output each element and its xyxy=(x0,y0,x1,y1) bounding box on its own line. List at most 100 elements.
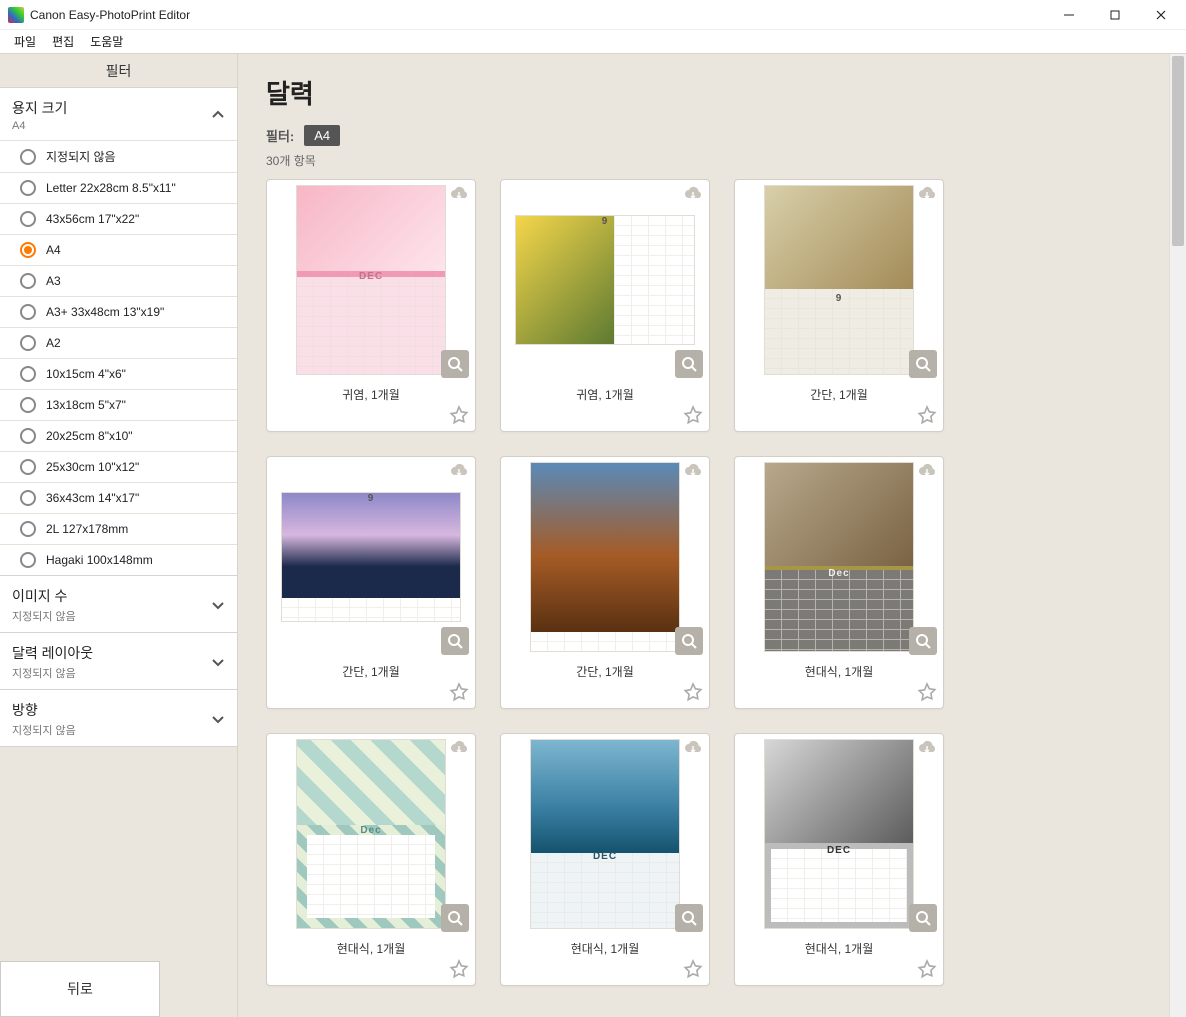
paper-size-option-label: 36x43cm 14"x17" xyxy=(46,491,139,505)
back-button[interactable]: 뒤로 xyxy=(0,961,160,1017)
scrollbar-thumb[interactable] xyxy=(1172,56,1184,246)
download-icon[interactable] xyxy=(917,740,937,756)
favorite-button[interactable] xyxy=(683,682,703,702)
paper-size-option-label: 43x56cm 17"x22" xyxy=(46,212,139,226)
paper-size-option[interactable]: 10x15cm 4"x6" xyxy=(0,359,237,390)
template-card[interactable]: 간단, 1개월 xyxy=(500,456,710,709)
template-month-label: DEC xyxy=(531,851,679,862)
paper-size-option[interactable]: A3 xyxy=(0,266,237,297)
paper-size-option-label: 25x30cm 10"x12" xyxy=(46,460,139,474)
filter-calendar-layout-label: 달력 레이아웃 xyxy=(12,643,211,663)
filter-image-count-header[interactable]: 이미지 수 지정되지 않음 xyxy=(0,576,237,632)
paper-size-option[interactable]: 43x56cm 17"x22" xyxy=(0,204,237,235)
template-title: 간단, 1개월 xyxy=(501,657,709,682)
template-title: 현대식, 1개월 xyxy=(267,934,475,959)
paper-size-option[interactable]: 지정되지 않음 xyxy=(0,141,237,173)
zoom-button[interactable] xyxy=(909,627,937,655)
paper-size-option[interactable]: A3+ 33x48cm 13"x19" xyxy=(0,297,237,328)
radio-icon xyxy=(20,459,36,475)
filter-calendar-layout-header[interactable]: 달력 레이아웃 지정되지 않음 xyxy=(0,633,237,689)
zoom-button[interactable] xyxy=(909,350,937,378)
favorite-button[interactable] xyxy=(917,959,937,979)
radio-icon xyxy=(20,552,36,568)
template-calendar-placeholder xyxy=(297,271,445,374)
paper-size-option-label: 지정되지 않음 xyxy=(46,148,116,165)
zoom-button[interactable] xyxy=(441,350,469,378)
download-icon[interactable] xyxy=(683,186,703,202)
zoom-button[interactable] xyxy=(675,627,703,655)
template-month-label: DEC xyxy=(765,845,913,856)
zoom-button[interactable] xyxy=(675,350,703,378)
download-icon[interactable] xyxy=(449,740,469,756)
template-calendar-placeholder xyxy=(282,598,460,621)
favorite-button[interactable] xyxy=(683,959,703,979)
template-title: 귀염, 1개월 xyxy=(267,380,475,405)
zoom-button[interactable] xyxy=(441,904,469,932)
menu-file[interactable]: 파일 xyxy=(8,33,42,50)
filter-image-count-value: 지정되지 않음 xyxy=(12,608,211,624)
download-icon[interactable] xyxy=(917,463,937,479)
paper-size-option[interactable]: A2 xyxy=(0,328,237,359)
paper-size-option[interactable]: 13x18cm 5"x7" xyxy=(0,390,237,421)
template-thumbnail: 9 xyxy=(735,180,943,380)
zoom-button[interactable] xyxy=(909,904,937,932)
paper-size-option[interactable]: 2L 127x178mm xyxy=(0,514,237,545)
filter-paper-size-header[interactable]: 용지 크기 A4 xyxy=(0,88,237,140)
menu-edit[interactable]: 편집 xyxy=(46,33,80,50)
template-card[interactable]: 9 간단, 1개월 xyxy=(266,456,476,709)
zoom-button[interactable] xyxy=(675,904,703,932)
template-photo-placeholder xyxy=(282,493,460,598)
radio-icon xyxy=(20,335,36,351)
template-thumbnail: DEC xyxy=(735,734,943,934)
window-close-button[interactable] xyxy=(1138,0,1184,30)
favorite-button[interactable] xyxy=(449,405,469,425)
filter-image-count-label: 이미지 수 xyxy=(12,586,211,606)
favorite-button[interactable] xyxy=(449,682,469,702)
filter-orientation-header[interactable]: 방향 지정되지 않음 xyxy=(0,690,237,746)
download-icon[interactable] xyxy=(449,186,469,202)
radio-icon xyxy=(20,149,36,165)
paper-size-option[interactable]: Letter 22x28cm 8.5"x11" xyxy=(0,173,237,204)
template-card[interactable]: Dec 현대식, 1개월 xyxy=(734,456,944,709)
template-card[interactable]: 9 귀염, 1개월 xyxy=(500,179,710,432)
template-card[interactable]: 9 간단, 1개월 xyxy=(734,179,944,432)
favorite-button[interactable] xyxy=(917,682,937,702)
chevron-down-icon xyxy=(211,598,225,612)
download-icon[interactable] xyxy=(917,186,937,202)
filter-orientation: 방향 지정되지 않음 xyxy=(0,690,237,747)
template-card[interactable]: DEC 현대식, 1개월 xyxy=(500,733,710,986)
favorite-button[interactable] xyxy=(917,405,937,425)
favorite-button[interactable] xyxy=(683,405,703,425)
download-icon[interactable] xyxy=(683,740,703,756)
vertical-scrollbar[interactable] xyxy=(1169,54,1186,1017)
active-filter-line: 필터: A4 xyxy=(266,125,1147,146)
active-filter-chip[interactable]: A4 xyxy=(304,125,340,146)
template-photo-placeholder xyxy=(765,740,913,843)
template-photo-placeholder xyxy=(297,186,445,271)
favorite-button[interactable] xyxy=(449,959,469,979)
download-icon[interactable] xyxy=(683,463,703,479)
menu-help[interactable]: 도움말 xyxy=(84,33,129,50)
content-scroll[interactable]: 달력 필터: A4 30개 항목 DEC 귀염, 1개월 xyxy=(238,54,1169,1017)
template-month-label: Dec xyxy=(765,568,913,579)
template-preview xyxy=(530,462,680,652)
template-card[interactable]: Dec 현대식, 1개월 xyxy=(266,733,476,986)
filter-calendar-layout-value: 지정되지 않음 xyxy=(12,665,211,681)
chevron-down-icon xyxy=(211,712,225,726)
radio-icon xyxy=(20,490,36,506)
template-card[interactable]: DEC 현대식, 1개월 xyxy=(734,733,944,986)
window-maximize-button[interactable] xyxy=(1092,0,1138,30)
paper-size-option[interactable]: 36x43cm 14"x17" xyxy=(0,483,237,514)
filter-image-count: 이미지 수 지정되지 않음 xyxy=(0,576,237,633)
card-actions xyxy=(735,682,943,708)
paper-size-option-label: A2 xyxy=(46,336,61,350)
paper-size-option[interactable]: 20x25cm 8"x10" xyxy=(0,421,237,452)
template-thumbnail xyxy=(501,457,709,657)
paper-size-option[interactable]: Hagaki 100x148mm xyxy=(0,545,237,575)
paper-size-option[interactable]: A4 xyxy=(0,235,237,266)
paper-size-option[interactable]: 25x30cm 10"x12" xyxy=(0,452,237,483)
window-minimize-button[interactable] xyxy=(1046,0,1092,30)
template-card[interactable]: DEC 귀염, 1개월 xyxy=(266,179,476,432)
download-icon[interactable] xyxy=(449,463,469,479)
zoom-button[interactable] xyxy=(441,627,469,655)
